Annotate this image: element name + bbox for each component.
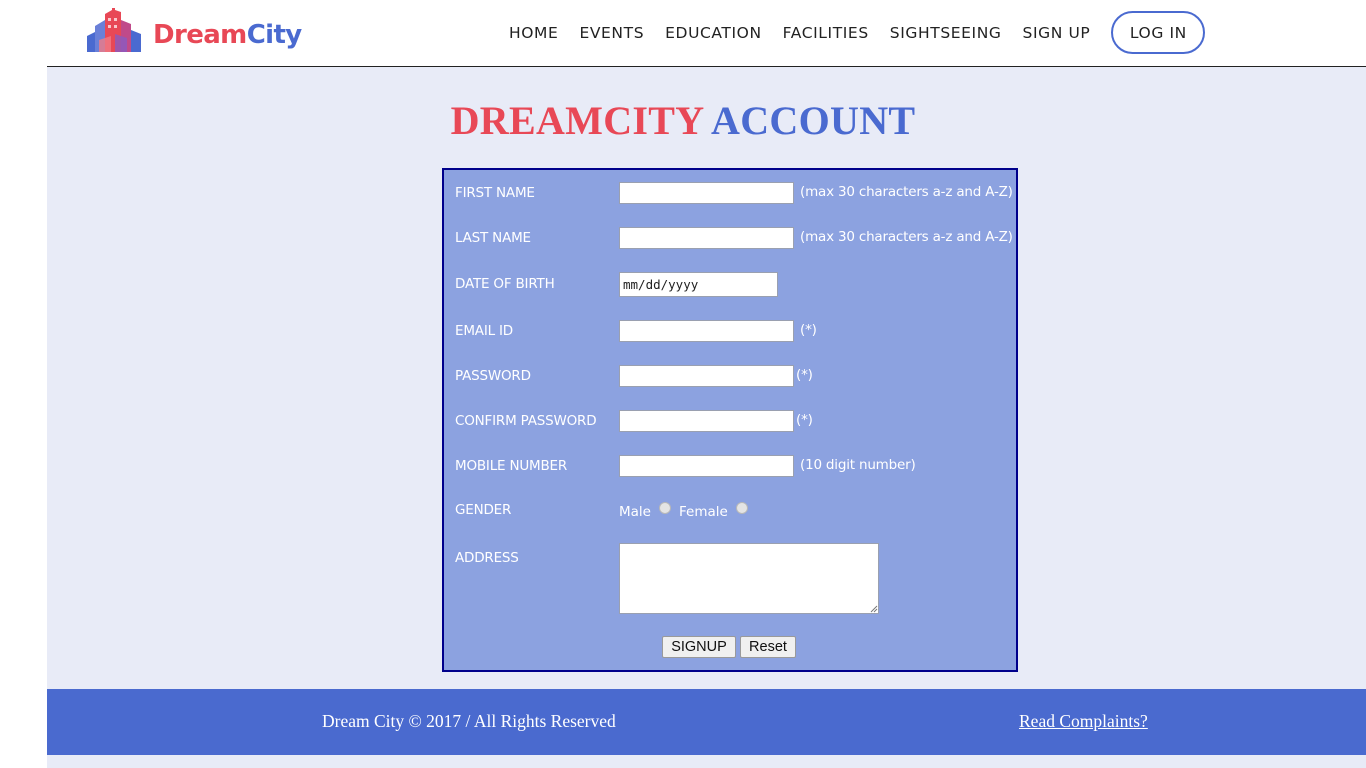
password-input[interactable]: [619, 365, 794, 387]
confirm-password-input[interactable]: [619, 410, 794, 432]
address-label: ADDRESS: [455, 550, 519, 566]
page-title: DREAMCITY ACCOUNT: [0, 97, 1366, 144]
logo-wordmark: DreamCity: [153, 20, 302, 50]
logo-city-text: City: [246, 20, 303, 50]
last-name-input[interactable]: [619, 227, 794, 249]
nav-sign-up[interactable]: SIGN UP: [1023, 24, 1091, 42]
address-textarea[interactable]: [619, 543, 879, 614]
nav-facilities[interactable]: FACILITIES: [783, 24, 869, 42]
first-name-row: FIRST NAME (max 30 characters a-z and A-…: [455, 182, 1015, 206]
mobile-label: MOBILE NUMBER: [455, 458, 568, 474]
page-title-dreamcity: DREAMCITY: [450, 98, 703, 143]
email-label: EMAIL ID: [455, 323, 513, 339]
password-required-marker: (*): [796, 367, 813, 383]
nav-sightseeing[interactable]: SIGHTSEEING: [890, 24, 1002, 42]
email-required-marker: (*): [800, 322, 817, 338]
page-bottom-strip: [47, 755, 1366, 768]
login-button[interactable]: LOG IN: [1111, 11, 1206, 54]
reset-button[interactable]: Reset: [740, 636, 796, 658]
main-content: DREAMCITY ACCOUNT FIRST NAME (max 30 cha…: [47, 67, 1366, 689]
mobile-input[interactable]: [619, 455, 794, 477]
gender-female-radio[interactable]: [735, 502, 748, 514]
mobile-row: MOBILE NUMBER (10 digit number): [455, 455, 1015, 479]
first-name-label: FIRST NAME: [455, 185, 535, 201]
dob-input[interactable]: mm/dd/yyyy: [619, 272, 778, 297]
password-row: PASSWORD (*): [455, 365, 1015, 389]
first-name-hint: (max 30 characters a-z and A-Z): [800, 184, 1013, 200]
password-label: PASSWORD: [455, 368, 531, 384]
gender-male-radio[interactable]: [658, 502, 671, 514]
nav-home[interactable]: HOME: [509, 24, 558, 42]
gender-options: Male Female: [619, 502, 756, 520]
confirm-password-required-marker: (*): [796, 412, 813, 428]
resize-grip-icon[interactable]: [870, 605, 878, 613]
form-actions: SIGNUP Reset: [455, 636, 1015, 660]
nav-events[interactable]: EVENTS: [579, 24, 644, 42]
read-complaints-link[interactable]: Read Complaints?: [1019, 711, 1148, 732]
city-skyline-icon: [87, 8, 141, 52]
confirm-password-row: CONFIRM PASSWORD (*): [455, 410, 1015, 434]
confirm-password-label: CONFIRM PASSWORD: [455, 413, 597, 429]
email-row: EMAIL ID (*): [455, 320, 1015, 344]
dob-row: DATE OF BIRTH mm/dd/yyyy: [455, 272, 1015, 297]
footer-copyright: Dream City © 2017 / All Rights Reserved: [322, 711, 616, 731]
last-name-hint: (max 30 characters a-z and A-Z): [800, 229, 1013, 245]
dreamcity-logo[interactable]: DreamCity: [85, 6, 302, 56]
nav-education[interactable]: EDUCATION: [665, 24, 762, 42]
email-input[interactable]: [619, 320, 794, 342]
signup-form: FIRST NAME (max 30 characters a-z and A-…: [442, 168, 1018, 672]
gender-female-label: Female: [678, 504, 728, 520]
signup-button[interactable]: SIGNUP: [662, 636, 736, 658]
last-name-label: LAST NAME: [455, 230, 531, 246]
main-nav: HOME EVENTS EDUCATION FACILITIES SIGHTSE…: [509, 11, 1206, 54]
gender-male-label: Male: [619, 504, 651, 520]
page-title-account: ACCOUNT: [711, 98, 916, 143]
logo-dream-text: Dream: [153, 20, 247, 50]
dob-label: DATE OF BIRTH: [455, 276, 555, 292]
gender-label: GENDER: [455, 502, 512, 518]
site-header: DreamCity HOME EVENTS EDUCATION FACILITI…: [47, 0, 1366, 67]
gender-row: GENDER Male Female: [455, 499, 1015, 523]
last-name-row: LAST NAME (max 30 characters a-z and A-Z…: [455, 227, 1015, 251]
site-footer: Dream City © 2017 / All Rights Reserved …: [47, 689, 1366, 755]
first-name-input[interactable]: [619, 182, 794, 204]
mobile-hint: (10 digit number): [800, 457, 916, 473]
address-row: ADDRESS: [455, 543, 1015, 615]
